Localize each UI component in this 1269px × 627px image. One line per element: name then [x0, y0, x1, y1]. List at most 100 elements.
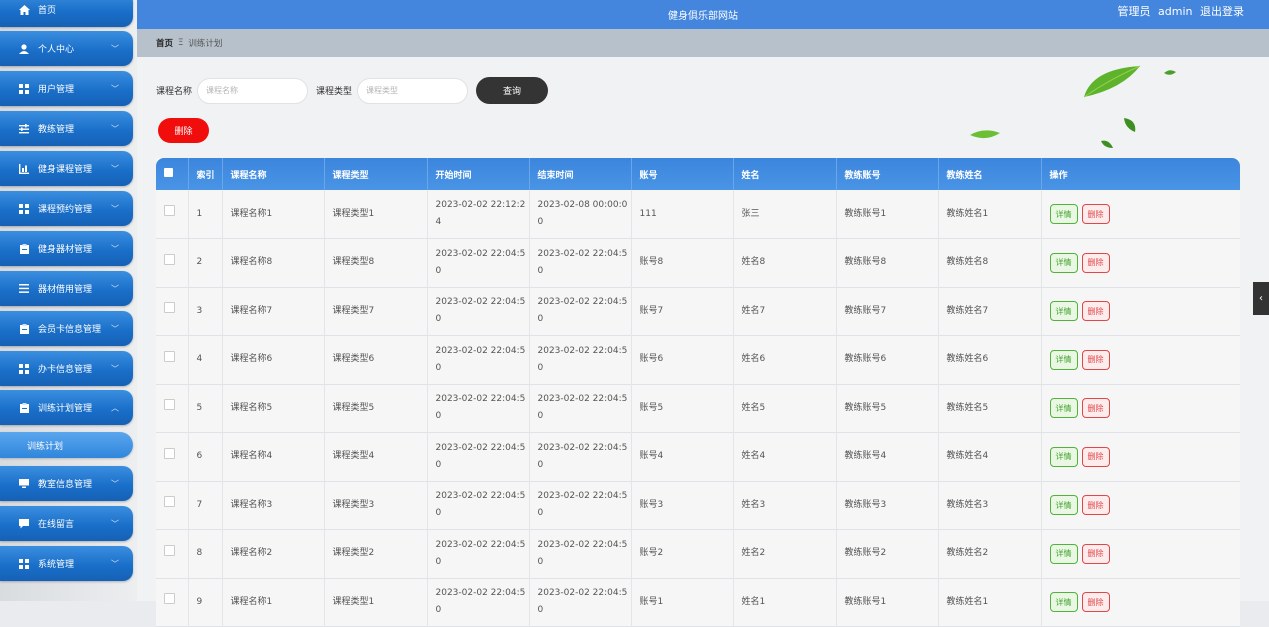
sidebar-item-label: 办卡信息管理 [38, 365, 93, 375]
delete-row-button[interactable]: 删除 [1081, 349, 1110, 370]
cell-end: 2023-02-02 22:04:50 [529, 481, 632, 530]
column-header: 课程名称 [222, 158, 325, 190]
breadcrumb-home[interactable]: 首页 [156, 37, 173, 49]
detail-button[interactable]: 详情 [1049, 592, 1078, 613]
row-checkbox[interactable] [164, 350, 175, 362]
sidebar-item-classroom-management[interactable]: 教室信息管理 ﹀ [0, 466, 133, 501]
delete-row-button[interactable]: 删除 [1081, 204, 1110, 224]
table-header-row: 索引 课程名称 课程类型 开始时间 结束时间 账号 姓名 教练账号 教练姓名 操… [156, 158, 1240, 190]
delete-row-button[interactable]: 删除 [1081, 301, 1110, 322]
user-role: 管理员 [1117, 5, 1151, 18]
sidebar-item-home[interactable]: 首页 [0, 0, 133, 27]
detail-button[interactable]: 详情 [1049, 398, 1078, 419]
row-select-cell [156, 481, 189, 530]
cell-index: 4 [188, 335, 223, 384]
row-checkbox[interactable] [164, 447, 175, 459]
collapse-panel-button[interactable]: ‹ [1253, 282, 1269, 315]
table-row: 8 课程名称2 课程类型2 2023-02-02 22:04:50 2023-02-02… [156, 529, 1240, 578]
sidebar-item-user-management[interactable]: 用户管理 ﹀ [0, 71, 133, 106]
detail-button[interactable]: 详情 [1049, 495, 1078, 516]
delete-row-button[interactable]: 删除 [1081, 495, 1110, 516]
sidebar-item-card-application-management[interactable]: 办卡信息管理 ﹀ [0, 351, 133, 386]
sidebar-item-fitness-course-management[interactable]: 健身课程管理 ﹀ [0, 151, 133, 186]
sidebar-item-course-booking-management[interactable]: 课程预约管理 ﹀ [0, 191, 133, 226]
sidebar-item-equipment-borrow-management[interactable]: 器材借用管理 ﹀ [0, 271, 133, 306]
query-button[interactable]: 查询 [476, 77, 549, 104]
detail-button[interactable]: 详情 [1049, 301, 1078, 322]
sidebar-subitem-training-plan[interactable]: 训练计划 [0, 432, 133, 458]
row-select-cell [156, 432, 189, 481]
cell-coach-account: 教练账号5 [836, 384, 939, 433]
column-header: 结束时间 [529, 158, 632, 190]
cell-coach-account: 教练账号3 [836, 481, 939, 530]
sidebar-item-coach-management[interactable]: 教练管理 ﹀ [0, 111, 133, 146]
chevron-down-icon: ﹀ [111, 364, 119, 373]
course-type-input[interactable] [357, 77, 469, 104]
row-checkbox[interactable] [164, 496, 175, 508]
user-area: 管理员 admin 退出登录 [1114, 3, 1244, 19]
row-checkbox[interactable] [164, 593, 175, 605]
cell-end: 2023-02-02 22:04:50 [529, 238, 632, 287]
cell-start: 2023-02-02 22:04:50 [427, 578, 530, 627]
column-header: 姓名 [733, 158, 837, 190]
cell-coach-account: 教练账号2 [836, 529, 939, 578]
cell-actions: 详情 删除 [1041, 239, 1240, 288]
course-name-input[interactable] [197, 77, 309, 104]
detail-button[interactable]: 详情 [1049, 446, 1078, 467]
course-type-label: 课程类型 [316, 87, 353, 97]
table-row: 6 课程名称4 课程类型4 2023-02-02 22:04:50 2023-02-02… [156, 432, 1240, 481]
bulk-delete-button[interactable]: 删除 [158, 118, 209, 143]
sidebar-item-personal-center[interactable]: 个人中心 ﹀ [0, 31, 133, 66]
row-checkbox[interactable] [164, 399, 175, 411]
delete-row-button[interactable]: 删除 [1081, 446, 1110, 467]
column-header: 开始时间 [427, 158, 530, 190]
cell-end: 2023-02-02 22:04:50 [529, 384, 632, 433]
sidebar-item-training-plan-management[interactable]: 训练计划管理 ︿ [0, 390, 133, 425]
delete-row-button[interactable]: 删除 [1081, 252, 1110, 273]
row-checkbox[interactable] [164, 544, 175, 556]
bar-chart-icon [18, 163, 30, 175]
table-row: 9 课程名称1 课程类型1 2023-02-02 22:04:50 2023-02-02… [156, 578, 1240, 627]
cell-account: 账号8 [631, 238, 734, 287]
cell-start: 2023-02-02 22:04:50 [427, 335, 530, 384]
cell-course-name: 课程名称2 [222, 529, 325, 578]
leaf-decoration-icon [1083, 65, 1141, 98]
detail-button[interactable]: 详情 [1049, 349, 1078, 370]
cell-account: 账号7 [631, 287, 734, 336]
sidebar-item-online-message[interactable]: 在线留言 ﹀ [0, 506, 133, 541]
cell-name: 姓名4 [733, 432, 837, 481]
cell-actions: 详情 删除 [1041, 190, 1240, 239]
delete-row-button[interactable]: 删除 [1081, 543, 1110, 564]
sidebar-item-equipment-management[interactable]: 健身器材管理 ﹀ [0, 231, 133, 266]
detail-button[interactable]: 详情 [1049, 204, 1078, 224]
cell-actions: 详情 删除 [1041, 481, 1240, 530]
detail-button[interactable]: 详情 [1049, 543, 1078, 564]
chevron-down-icon: ﹀ [111, 244, 119, 253]
table-row: 1 课程名称1 课程类型1 2023-02-02 22:12:24 2023-02-08… [156, 190, 1240, 239]
delete-row-button[interactable]: 删除 [1081, 592, 1110, 613]
breadcrumb: 首页 Ξ 训练计划 [137, 29, 1269, 57]
sidebar-item-system-management[interactable]: 系统管理 ﹀ [0, 546, 133, 581]
cell-coach-account: 教练账号6 [836, 335, 939, 384]
cell-coach-name: 教练姓名4 [938, 432, 1042, 481]
row-select-cell [156, 287, 189, 336]
row-checkbox[interactable] [164, 302, 175, 314]
detail-button[interactable]: 详情 [1049, 252, 1078, 273]
logout-link[interactable]: 退出登录 [1200, 5, 1244, 18]
chevron-down-icon: ﹀ [111, 479, 119, 488]
table-row: 4 课程名称6 课程类型6 2023-02-02 22:04:50 2023-02-02… [156, 335, 1240, 384]
cell-start: 2023-02-02 22:04:50 [427, 529, 530, 578]
row-checkbox[interactable] [164, 205, 175, 216]
list-icon [18, 283, 30, 295]
row-checkbox[interactable] [164, 253, 175, 265]
cell-index: 1 [188, 190, 223, 239]
select-all-header [156, 158, 189, 190]
delete-row-button[interactable]: 删除 [1081, 398, 1110, 419]
column-header: 教练姓名 [938, 158, 1042, 190]
chevron-down-icon: ﹀ [111, 124, 119, 133]
select-all-checkbox[interactable] [164, 168, 173, 177]
top-bar: 健身俱乐部网站 管理员 admin 退出登录 [137, 0, 1269, 29]
main-content: 课程名称 课程类型 查询 删除 索引 课程名称 课程类型 开始时间 结束时间 [137, 57, 1269, 627]
cell-name: 姓名2 [733, 529, 837, 578]
sidebar-item-membership-card-management[interactable]: 会员卡信息管理 ﹀ [0, 311, 133, 346]
